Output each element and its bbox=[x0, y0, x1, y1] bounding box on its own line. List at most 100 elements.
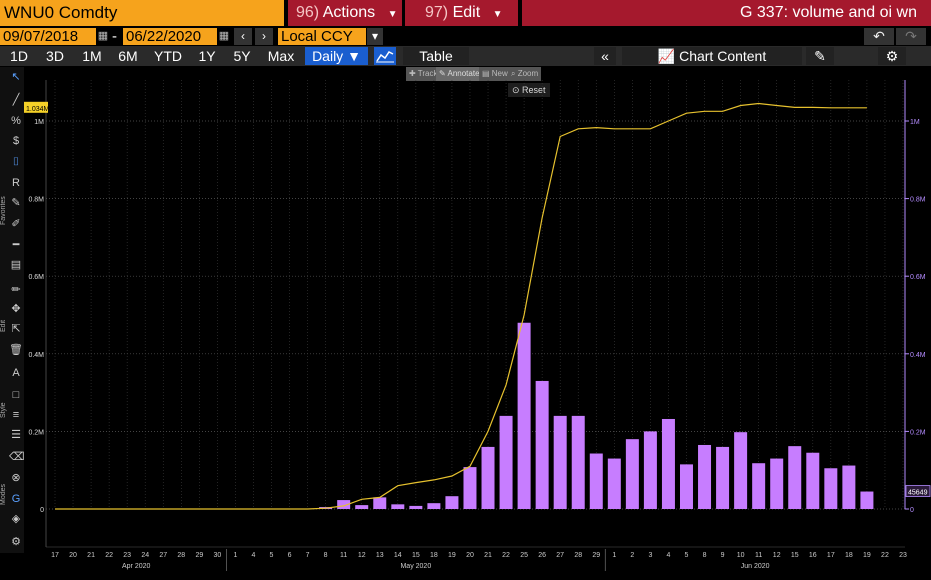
collapse-left-icon[interactable]: « bbox=[594, 47, 616, 65]
line-chart-icon[interactable] bbox=[374, 47, 396, 65]
volume-bar bbox=[788, 446, 802, 509]
calendar-icon[interactable]: ▦ bbox=[97, 29, 109, 43]
left-y-tick-label: 0.4M bbox=[28, 352, 44, 359]
chart-content-label: Chart Content bbox=[679, 48, 767, 64]
volume-bar bbox=[625, 439, 639, 509]
month-label: Apr 2020 bbox=[122, 563, 151, 570]
calendar-icon[interactable]: ▦ bbox=[218, 29, 230, 43]
x-tick-label: 14 bbox=[394, 552, 402, 559]
x-tick-label: 5 bbox=[270, 552, 274, 559]
range-button-1m[interactable]: 1M bbox=[77, 47, 107, 65]
x-tick-label: 4 bbox=[666, 552, 670, 559]
x-tick-label: 17 bbox=[51, 552, 59, 559]
edit-menu[interactable]: 97) Edit ▼ bbox=[405, 0, 518, 26]
volume-bar bbox=[409, 505, 423, 509]
volume-bar bbox=[842, 465, 856, 509]
volume-bar bbox=[770, 458, 784, 509]
volume-bar bbox=[752, 463, 766, 509]
volume-bar bbox=[391, 504, 405, 509]
volume-last-value-label: 45649 bbox=[908, 490, 928, 497]
table-button[interactable]: Table bbox=[403, 47, 469, 65]
ticker-field[interactable]: WNU0 Comdty bbox=[0, 0, 284, 26]
volume-bar bbox=[445, 496, 459, 509]
x-tick-label: 15 bbox=[791, 552, 799, 559]
right-y-tick-label: 1M bbox=[910, 119, 920, 126]
x-tick-label: 23 bbox=[899, 552, 907, 559]
right-y-tick-label: 0.6M bbox=[910, 274, 926, 281]
volume-oi-chart: 0 0 0.2M 0.2M 0.4M 0.4M 0.6M 0.6M 0.8M 0.8M 1M 1M 1.… bbox=[24, 80, 931, 571]
volume-bar bbox=[535, 380, 549, 509]
edit-pencil-icon[interactable]: ✎ bbox=[806, 47, 834, 65]
range-button-1y[interactable]: 1Y bbox=[193, 47, 221, 65]
volume-bar bbox=[679, 464, 693, 509]
x-tick-label: 7 bbox=[306, 552, 310, 559]
month-label: Jun 2020 bbox=[741, 563, 770, 570]
volume-bar bbox=[355, 505, 369, 509]
x-tick-label: 24 bbox=[141, 552, 149, 559]
volume-bar bbox=[824, 468, 838, 509]
volume-bar bbox=[698, 444, 712, 509]
range-button-6m[interactable]: 6M bbox=[113, 47, 143, 65]
volume-bar bbox=[517, 322, 531, 509]
x-tick-label: 30 bbox=[213, 552, 221, 559]
range-button-max[interactable]: Max bbox=[263, 47, 299, 65]
actions-number: 96) bbox=[296, 4, 320, 21]
x-tick-label: 29 bbox=[195, 552, 203, 559]
x-tick-label: 27 bbox=[159, 552, 167, 559]
prev-period-button[interactable]: ‹ bbox=[234, 28, 252, 45]
frequency-dropdown[interactable]: Daily ▼ bbox=[305, 47, 368, 65]
date-separator: - bbox=[112, 28, 117, 45]
volume-bar bbox=[589, 453, 603, 509]
x-tick-label: 19 bbox=[448, 552, 456, 559]
x-tick-label: 22 bbox=[881, 552, 889, 559]
end-date-input[interactable]: 06/22/2020 bbox=[123, 28, 217, 45]
x-tick-label: 20 bbox=[69, 552, 77, 559]
x-tick-label: 10 bbox=[737, 552, 745, 559]
x-tick-label: 13 bbox=[376, 552, 384, 559]
volume-bar bbox=[806, 452, 820, 509]
undo-icon[interactable]: ↶ bbox=[864, 28, 894, 45]
range-button-ytd[interactable]: YTD bbox=[150, 47, 186, 65]
x-tick-label: 22 bbox=[105, 552, 113, 559]
currency-select[interactable]: Local CCY bbox=[278, 28, 366, 45]
page-title: G 337: volume and oi wn bbox=[522, 0, 931, 26]
x-tick-label: 21 bbox=[484, 552, 492, 559]
chart-content-button[interactable]: 📈 Chart Content bbox=[622, 47, 802, 65]
actions-menu[interactable]: 96) Actions ▼ bbox=[288, 0, 402, 26]
gear-icon[interactable]: ⚙ bbox=[878, 47, 906, 65]
x-tick-label: 3 bbox=[648, 552, 652, 559]
x-tick-label: 28 bbox=[574, 552, 582, 559]
redo-icon[interactable]: ↷ bbox=[896, 28, 926, 45]
range-button-1d[interactable]: 1D bbox=[5, 47, 33, 65]
currency-dropdown-icon[interactable]: ▾ bbox=[367, 28, 383, 45]
left-y-tick-label: 0 bbox=[40, 507, 44, 514]
range-button-5y[interactable]: 5Y bbox=[228, 47, 256, 65]
left-y-tick-label: 1M bbox=[34, 119, 44, 126]
volume-bar bbox=[643, 431, 657, 509]
volume-bar bbox=[607, 458, 621, 509]
edit-label: Edit bbox=[452, 4, 481, 21]
range-button-3d[interactable]: 3D bbox=[40, 47, 70, 65]
next-period-button[interactable]: › bbox=[255, 28, 273, 45]
chart-icon: 📈 bbox=[657, 48, 676, 64]
x-tick-label: 18 bbox=[845, 552, 853, 559]
x-tick-label: 11 bbox=[340, 552, 347, 559]
x-tick-label: 5 bbox=[685, 552, 689, 559]
start-date-input[interactable]: 09/07/2018 bbox=[0, 28, 96, 45]
volume-bar bbox=[463, 467, 477, 509]
left-y-tick-label: 0.6M bbox=[28, 274, 44, 281]
right-y-tick-label: 0.4M bbox=[910, 352, 926, 359]
x-tick-label: 12 bbox=[358, 552, 366, 559]
x-tick-label: 28 bbox=[177, 552, 185, 559]
volume-bar bbox=[716, 446, 730, 509]
x-tick-label: 6 bbox=[288, 552, 292, 559]
right-y-tick-label: 0.8M bbox=[910, 197, 926, 204]
month-label: May 2020 bbox=[400, 563, 431, 570]
x-tick-label: 1 bbox=[233, 552, 237, 559]
volume-bar bbox=[499, 415, 513, 509]
volume-bar bbox=[553, 415, 567, 509]
x-tick-label: 27 bbox=[556, 552, 564, 559]
x-tick-label: 19 bbox=[863, 552, 871, 559]
x-tick-label: 22 bbox=[502, 552, 510, 559]
x-tick-label: 21 bbox=[87, 552, 95, 559]
